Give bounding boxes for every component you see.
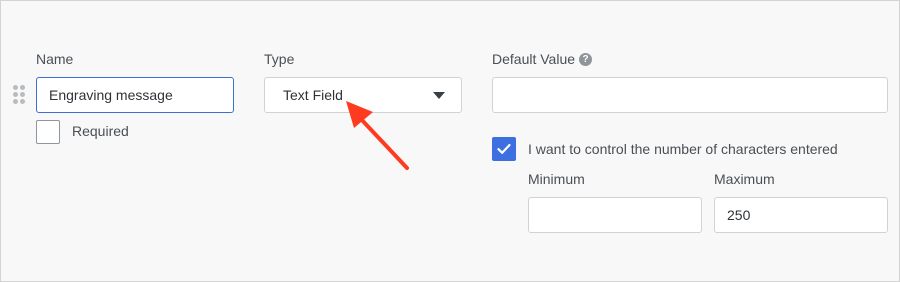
annotation-arrow-icon (346, 101, 409, 170)
